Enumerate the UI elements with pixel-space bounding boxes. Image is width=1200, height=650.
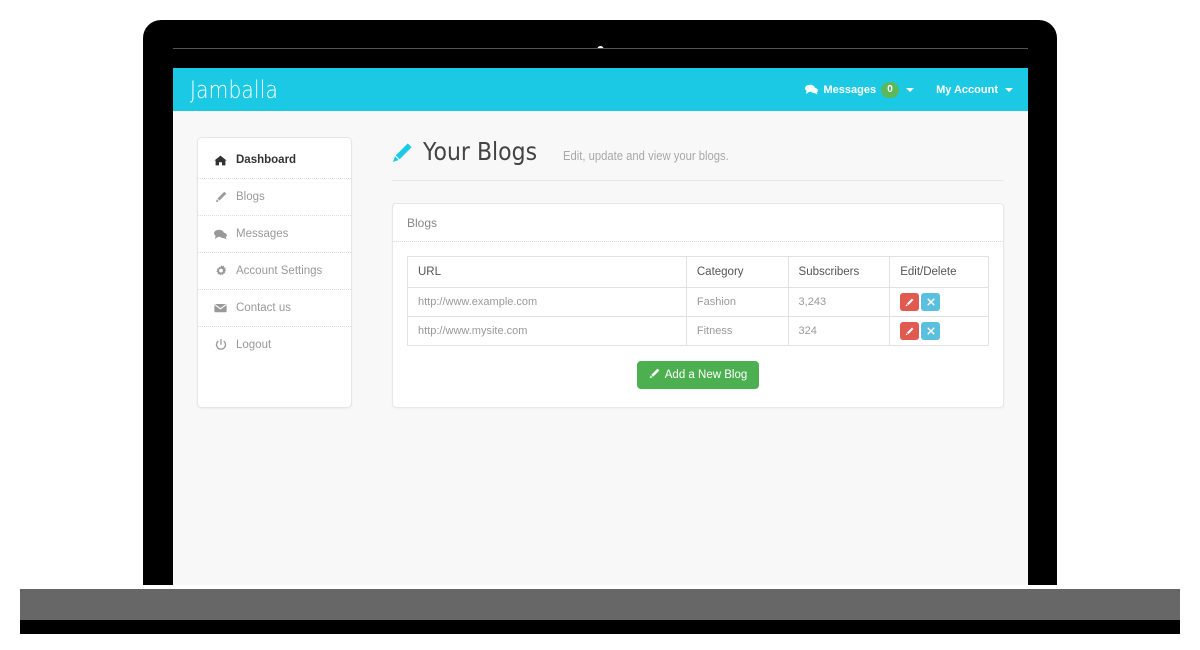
gear-icon [214, 265, 227, 277]
sidebar: Dashboard Blogs Messages Account Setting… [197, 137, 352, 408]
panel-heading: Blogs [393, 204, 1003, 242]
blogs-table: URL Category Subscribers Edit/Delete htt… [407, 256, 989, 346]
nav-messages-label: Messages [823, 83, 877, 96]
comments-icon [805, 84, 819, 95]
panel-body: URL Category Subscribers Edit/Delete htt… [393, 242, 1003, 407]
page-subtitle: Edit, update and view your blogs. [562, 149, 729, 163]
blogs-panel: Blogs URL Category Subscribers Edit/Dele… [392, 203, 1004, 408]
pencil-icon [214, 191, 227, 203]
nav-messages[interactable]: Messages 0 [805, 81, 915, 98]
sidebar-item-logout[interactable]: Logout [198, 327, 351, 363]
cell-url: http://www.mysite.com [407, 316, 687, 346]
edit-blog-button[interactable] [900, 293, 920, 311]
cell-category: Fitness [685, 316, 789, 346]
add-button-wrapper: Add a New Blog [407, 346, 989, 389]
column-header-edit-delete: Edit/Delete [889, 256, 989, 288]
column-header-url: URL [407, 256, 687, 288]
chevron-down-icon [1005, 87, 1013, 92]
nav-my-account-label: My Account [936, 83, 998, 96]
main-content: Your Blogs Edit, update and view your bl… [352, 137, 1004, 408]
sidebar-item-label: Logout [236, 339, 272, 351]
column-header-subscribers: Subscribers [787, 256, 891, 288]
edit-blog-button[interactable] [900, 322, 920, 340]
page-container: Dashboard Blogs Messages Account Setting… [173, 111, 1028, 408]
laptop-base [20, 589, 1180, 624]
sidebar-item-messages[interactable]: Messages [198, 216, 351, 253]
cell-subscribers: 324 [787, 316, 891, 346]
cell-actions [889, 316, 989, 346]
sidebar-item-label: Contact us [236, 302, 291, 314]
laptop-mockup: Jamballa Messages 0 My Account Dashboard… [0, 0, 1200, 650]
cell-actions [889, 287, 989, 317]
table-row: http://www.mysite.com Fitness 324 [407, 316, 989, 346]
messages-count-badge: 0 [881, 81, 900, 98]
laptop-foot-shadow [20, 620, 1180, 634]
sidebar-item-blogs[interactable]: Blogs [198, 179, 351, 216]
browser-chrome-strip [173, 49, 1028, 68]
sidebar-item-label: Dashboard [236, 154, 297, 166]
pencil-icon [649, 368, 660, 382]
sidebar-item-account-settings[interactable]: Account Settings [198, 253, 351, 290]
comments-icon [214, 229, 227, 240]
sidebar-item-label: Blogs [236, 191, 265, 203]
table-header-row: URL Category Subscribers Edit/Delete [407, 256, 989, 288]
table-row: http://www.example.com Fashion 3,243 [407, 287, 989, 317]
table-header: URL Category Subscribers Edit/Delete [407, 256, 989, 288]
cell-url: http://www.example.com [407, 287, 687, 317]
table-body: http://www.example.com Fashion 3,243 htt… [407, 287, 989, 346]
cell-subscribers: 3,243 [787, 287, 891, 317]
sidebar-item-label: Messages [236, 228, 289, 240]
nav-my-account[interactable]: My Account [936, 84, 1013, 96]
brand-logo[interactable]: Jamballa [190, 76, 278, 104]
column-header-category: Category [685, 256, 789, 288]
envelope-icon [214, 303, 227, 313]
navbar-right-group: Messages 0 My Account [805, 81, 1013, 98]
sidebar-item-label: Account Settings [236, 265, 323, 277]
add-new-blog-button[interactable]: Add a New Blog [636, 361, 760, 389]
pencil-icon [392, 142, 413, 163]
top-navbar: Jamballa Messages 0 My Account [173, 68, 1028, 111]
delete-blog-button[interactable] [921, 322, 941, 340]
add-new-blog-label: Add a New Blog [664, 369, 748, 381]
cell-category: Fashion [685, 287, 789, 317]
chevron-down-icon [906, 87, 915, 92]
power-icon [214, 339, 227, 351]
sidebar-item-dashboard[interactable]: Dashboard [198, 142, 351, 179]
home-icon [214, 155, 227, 166]
browser-screen: Jamballa Messages 0 My Account Dashboard… [173, 48, 1028, 585]
delete-blog-button[interactable] [921, 293, 941, 311]
page-header: Your Blogs Edit, update and view your bl… [392, 137, 1004, 181]
page-title: Your Blogs [423, 137, 538, 166]
sidebar-item-contact-us[interactable]: Contact us [198, 290, 351, 327]
